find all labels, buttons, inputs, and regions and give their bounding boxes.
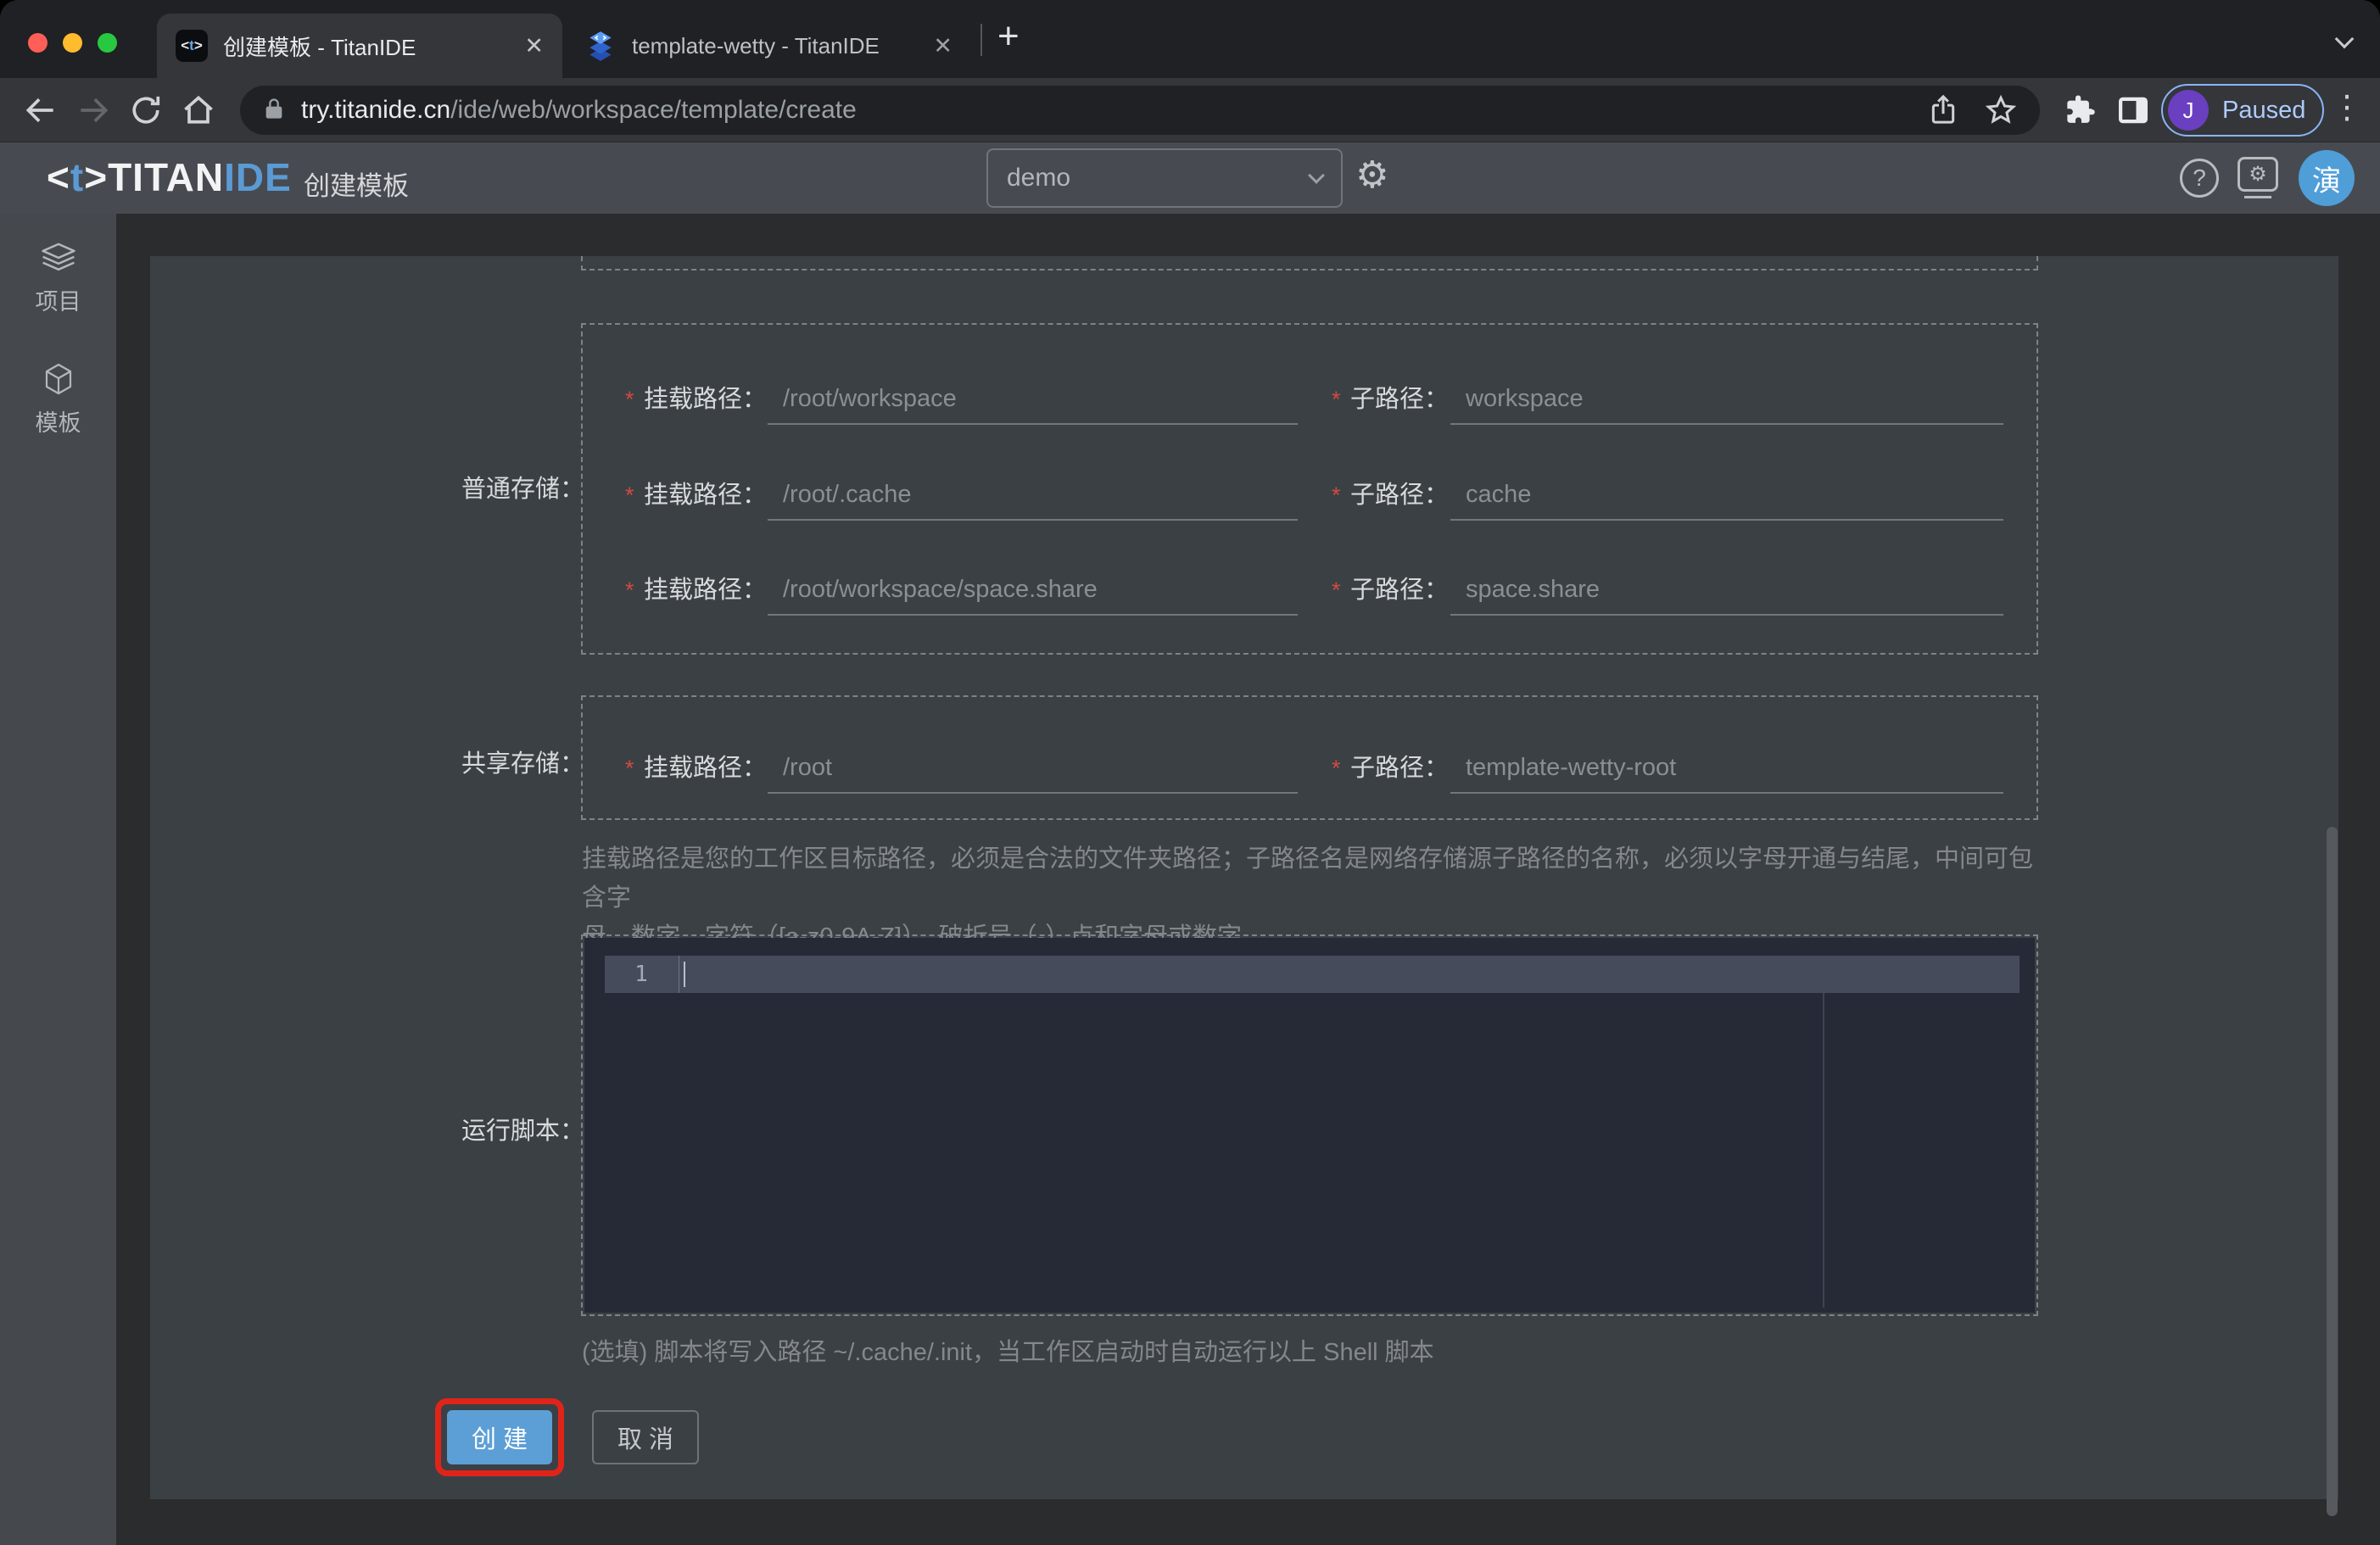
sub-path-label: 子路径： — [1350, 577, 1450, 604]
back-icon[interactable] — [22, 92, 59, 129]
mount-path-label: 挂载路径： — [644, 577, 768, 604]
browser-menu-icon[interactable]: ⋮ — [2331, 88, 2363, 126]
run-script-label: 运行脚本： — [461, 1118, 585, 1145]
required-marker: * — [1332, 756, 1341, 781]
page-title: 创建模板 — [304, 171, 409, 201]
url-host: try.titanide.cn — [301, 96, 451, 124]
script-editor[interactable]: 1 — [584, 938, 2035, 1313]
sub-path-input[interactable]: cache — [1450, 481, 2003, 521]
template-favicon-icon — [584, 30, 617, 62]
scrollbar-thumb[interactable] — [2327, 827, 2338, 1516]
sidebar-item-projects[interactable]: 项目 — [0, 214, 116, 316]
zoom-window-button[interactable] — [98, 33, 117, 53]
app-header: <t>TITANIDE 创建模板 demo ⚙ ? ⚙ 演 — [0, 142, 2380, 214]
forward-icon[interactable] — [75, 92, 112, 129]
titanide-favicon-icon: < t > — [176, 30, 208, 62]
browser-toolbar: try.titanide.cn/ide/web/workspace/templa… — [0, 78, 2380, 142]
required-marker: * — [625, 387, 634, 412]
required-marker: * — [1332, 387, 1341, 412]
new-tab-button[interactable]: + — [997, 15, 1020, 58]
reload-icon[interactable] — [127, 92, 165, 129]
workspace-select[interactable]: demo — [986, 148, 1343, 208]
sub-path-label: 子路径： — [1350, 386, 1450, 413]
side-nav: 项目 模板 — [0, 214, 116, 1545]
url-bar[interactable]: try.titanide.cn/ide/web/workspace/templa… — [240, 86, 2040, 135]
help-icon[interactable]: ? — [2180, 159, 2219, 198]
required-marker: * — [625, 577, 634, 603]
sidebar-item-label: 模板 — [35, 410, 81, 436]
run-script-group: 1 — [581, 934, 2038, 1316]
editor-current-line: 1 — [605, 956, 2020, 993]
cube-icon — [45, 363, 71, 395]
tab-strip: < t > 创建模板 - TitanIDE ✕ template-wetty - T… — [0, 0, 2380, 78]
url-path: /ide/web/workspace/template/create — [450, 96, 857, 124]
shared-storage-group: * 挂载路径： /root * 子路径： template-wetty-root — [581, 695, 2038, 820]
create-button-highlight-annotation — [435, 1398, 564, 1476]
storage-row: * 挂载路径： /root/workspace * 子路径： workspace — [625, 362, 2003, 425]
share-icon[interactable] — [1926, 93, 1960, 127]
sub-path-input[interactable]: template-wetty-root — [1450, 754, 2003, 794]
user-avatar[interactable]: 演 — [2299, 150, 2355, 206]
mount-path-input[interactable]: /root/.cache — [768, 481, 1298, 521]
extensions-puzzle-icon[interactable] — [2061, 92, 2097, 128]
sidebar-item-label: 项目 — [35, 289, 81, 315]
sidebar-item-templates[interactable]: 模板 — [0, 362, 116, 438]
cancel-button[interactable]: 取 消 — [592, 1410, 699, 1464]
shared-storage-label: 共享存储： — [461, 750, 585, 778]
text-cursor — [684, 962, 685, 987]
clipped-group-box — [581, 256, 2038, 271]
mount-path-input[interactable]: /root/workspace/space.share — [768, 576, 1298, 616]
tab-create-template[interactable]: < t > 创建模板 - TitanIDE ✕ — [157, 14, 562, 78]
required-marker: * — [625, 482, 634, 508]
normal-storage-group: * 挂载路径： /root/workspace * 子路径： workspace… — [581, 323, 2038, 655]
lock-icon[interactable] — [262, 97, 286, 124]
tab-search-chevron-icon[interactable] — [2334, 29, 2355, 49]
titanide-logo: <t>TITANIDE — [47, 155, 292, 199]
bookmark-star-icon[interactable] — [1984, 93, 2018, 127]
normal-storage-label: 普通存储： — [461, 476, 585, 503]
mount-path-input[interactable]: /root/workspace — [768, 385, 1298, 425]
storage-row: * 挂载路径： /root * 子路径： template-wetty-root — [625, 731, 2003, 794]
chevron-down-icon — [1308, 167, 1325, 184]
mount-path-input[interactable]: /root — [768, 754, 1298, 794]
mount-path-label: 挂载路径： — [644, 386, 768, 413]
editor-ruler-line — [1823, 993, 1824, 1308]
window-controls — [28, 33, 117, 53]
layers-icon — [41, 243, 75, 271]
sub-path-label: 子路径： — [1350, 482, 1450, 509]
console-settings-icon[interactable]: ⚙ — [2238, 157, 2280, 199]
required-marker: * — [1332, 482, 1341, 508]
sub-path-input[interactable]: workspace — [1450, 385, 2003, 425]
profile-avatar: J — [2168, 90, 2209, 131]
line-number: 1 — [634, 962, 648, 987]
mount-path-label: 挂载路径： — [644, 755, 768, 782]
browser-window: < t > 创建模板 - TitanIDE ✕ template-wetty - T… — [0, 0, 2380, 1545]
profile-chip[interactable]: J Paused — [2161, 84, 2325, 137]
url-text: try.titanide.cn/ide/web/workspace/templa… — [301, 96, 857, 125]
close-tab-icon[interactable]: ✕ — [933, 33, 953, 59]
mount-path-label: 挂载路径： — [644, 482, 768, 509]
minimize-window-button[interactable] — [63, 33, 82, 53]
close-window-button[interactable] — [28, 33, 47, 53]
tab-title: template-wetty - TitanIDE — [632, 32, 880, 59]
create-template-form: 普通存储： * 挂载路径： /root/workspace * 子路径： wor… — [150, 256, 2338, 1499]
hint-line: 挂载路径是您的工作区目标路径，必须是合法的文件夹路径；子路径名是网络存储源子路径… — [582, 845, 2034, 912]
workspace-select-value: demo — [1007, 164, 1071, 192]
profile-status: Paused — [2222, 96, 2306, 124]
required-marker: * — [1332, 577, 1341, 603]
gear-icon[interactable]: ⚙ — [1355, 153, 1388, 197]
tab-divider — [980, 24, 982, 56]
required-marker: * — [625, 756, 634, 781]
script-note: (选填) 脚本将写入路径 ~/.cache/.init，当工作区启动时自动运行以… — [582, 1339, 1434, 1366]
storage-row: * 挂载路径： /root/.cache * 子路径： cache — [625, 458, 2003, 521]
home-icon[interactable] — [180, 92, 217, 129]
tab-title: 创建模板 - TitanIDE — [223, 34, 416, 60]
sub-path-label: 子路径： — [1350, 755, 1450, 782]
close-tab-icon[interactable]: ✕ — [524, 33, 544, 59]
side-panel-icon[interactable] — [2115, 92, 2151, 128]
storage-row: * 挂载路径： /root/workspace/space.share * 子路… — [625, 553, 2003, 616]
sub-path-input[interactable]: space.share — [1450, 576, 2003, 616]
tab-template-wetty[interactable]: template-wetty - TitanIDE ✕ — [566, 14, 971, 78]
